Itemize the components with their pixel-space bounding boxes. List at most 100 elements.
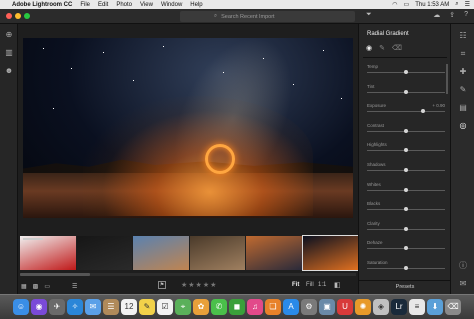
dock-mail-icon[interactable]: ✉ [85, 299, 101, 315]
wifi-icon[interactable]: ◠ [392, 1, 397, 8]
dock-burst-icon[interactable]: ✺ [355, 299, 371, 315]
add-photos-icon[interactable]: ⊕ [4, 30, 14, 40]
sort-icon[interactable]: ☰ [72, 283, 77, 290]
dock-launchpad-icon[interactable]: ✈ [49, 299, 65, 315]
dock-finder-icon[interactable]: ☺ [13, 299, 29, 315]
slider-thumb[interactable] [404, 89, 408, 94]
dock-notes-icon[interactable]: ✎ [139, 299, 155, 315]
slider-thumb[interactable] [404, 128, 408, 133]
dock-maps-icon[interactable]: ⌖ [175, 299, 191, 315]
zoom-fit-button[interactable]: Fit [292, 282, 299, 288]
slider-exposure[interactable]: Exposure + 0.90 [367, 103, 445, 119]
healing-brush-icon[interactable]: ✚ [457, 66, 469, 78]
menu-file[interactable]: File [80, 2, 90, 8]
dock-system-preferences-icon[interactable]: ⚙ [301, 299, 317, 315]
share-icon[interactable]: ⇪ [449, 11, 455, 19]
slider-thumb[interactable] [404, 226, 408, 231]
cloud-sync-icon[interactable]: ☁ [433, 11, 440, 19]
dock-calendar-icon[interactable]: 12 [121, 299, 137, 315]
slider-thumb[interactable] [404, 207, 408, 212]
thumbnail-red-car[interactable] [20, 236, 76, 270]
minimize-window-button[interactable] [15, 13, 21, 19]
help-icon[interactable]: ? [464, 11, 468, 19]
menu-edit[interactable]: Edit [98, 2, 108, 8]
notification-center-icon[interactable]: ☰ [465, 1, 470, 8]
slider-value[interactable]: + 0.90 [432, 103, 445, 108]
dock-messages-icon[interactable]: ✆ [211, 299, 227, 315]
comments-icon[interactable]: ✉ [457, 278, 469, 290]
star-rating[interactable]: ★★★★★ [181, 281, 217, 289]
edit-icon[interactable]: ☷ [457, 30, 469, 42]
flag-icon[interactable]: ⚑ [158, 281, 166, 289]
menu-view[interactable]: View [140, 2, 153, 8]
scrollbar-knob[interactable] [20, 273, 90, 276]
dock-app-store-icon[interactable]: A [283, 299, 299, 315]
search-input[interactable]: ⌕ Search Recent Import [180, 11, 355, 22]
slider-highlights[interactable]: Highlights [367, 142, 445, 158]
menu-help[interactable]: Help [190, 2, 202, 8]
dock-facetime-icon[interactable]: ◼ [229, 299, 245, 315]
dock-siri-icon[interactable]: ◉ [31, 299, 47, 315]
thumbnail-coast-sunset[interactable] [133, 236, 189, 270]
dock-preview-icon[interactable]: ▣ [319, 299, 335, 315]
dock-reminders-icon[interactable]: ☑ [157, 299, 173, 315]
menu-photo[interactable]: Photo [116, 2, 132, 8]
compare-icon[interactable]: ◧ [334, 281, 341, 289]
info-icon[interactable]: ⓘ [457, 260, 469, 272]
slider-thumb[interactable] [404, 148, 408, 153]
square-grid-icon[interactable]: ▩ [33, 283, 39, 290]
zoom-fill-button[interactable]: Fill [306, 282, 314, 288]
menu-window[interactable]: Window [161, 2, 182, 8]
slider-tint[interactable]: Tint [367, 84, 445, 100]
zoom-1to1-button[interactable]: 1:1 [318, 282, 326, 288]
dock-safari-icon[interactable]: ✧ [67, 299, 83, 315]
presets-button[interactable]: Presets [359, 280, 451, 294]
clock[interactable]: Thu 1:53 AM [415, 2, 449, 8]
dock-photos-icon[interactable]: ✿ [193, 299, 209, 315]
linear-gradient-icon[interactable]: ▤ [457, 102, 469, 114]
zoom-window-button[interactable] [24, 13, 30, 19]
slider-thumb[interactable] [404, 168, 408, 172]
app-menu[interactable]: Adobe Lightroom CC [12, 2, 72, 8]
battery-icon[interactable]: ▭ [404, 1, 410, 8]
slider-thumb[interactable] [404, 246, 408, 251]
thumbnail-coffee-cups[interactable] [189, 236, 245, 270]
slider-thumb[interactable] [404, 70, 408, 74]
dock-magnet-icon[interactable]: U [337, 299, 353, 315]
slider-whites[interactable]: Whites [367, 182, 445, 198]
dock-contacts-icon[interactable]: ☰ [103, 299, 119, 315]
dock-lightroom-icon[interactable]: Lr [391, 299, 407, 315]
dock-ibooks-icon[interactable]: ❑ [265, 299, 281, 315]
filmstrip-scrollbar[interactable] [20, 273, 356, 276]
slider-shadows[interactable]: Shadows [367, 162, 445, 178]
close-window-button[interactable] [6, 13, 12, 19]
single-view-icon[interactable]: ▭ [44, 283, 50, 290]
photo-preview[interactable] [23, 38, 353, 218]
spotlight-icon[interactable]: ⌕ [455, 1, 458, 8]
dock-downloads-folder-icon[interactable]: ⬇ [427, 299, 443, 315]
radial-mask-icon[interactable]: ◉ [366, 44, 372, 52]
slider-track[interactable] [367, 111, 445, 113]
slider-contrast[interactable]: Contrast [367, 123, 445, 139]
brush-icon[interactable]: ✎ [379, 44, 385, 52]
slider-saturation[interactable]: Saturation [367, 260, 445, 276]
slider-dehaze[interactable]: Dehaze [367, 240, 445, 256]
dock-trash-icon[interactable]: ⌫ [445, 299, 461, 315]
filter-icon[interactable]: ⏷ [366, 11, 372, 19]
library-icon[interactable]: ▥ [4, 48, 14, 58]
slider-clarity[interactable]: Clarity [367, 221, 445, 237]
slider-temp[interactable]: Temp [367, 64, 445, 80]
panel-scrollbar[interactable] [446, 64, 448, 94]
brush-tool-icon[interactable]: ✎ [457, 84, 469, 96]
radial-gradient-icon[interactable]: ◎ [457, 120, 469, 132]
dock-itunes-icon[interactable]: ♫ [247, 299, 263, 315]
slider-thumb[interactable] [421, 109, 426, 114]
people-icon[interactable]: ☻ [4, 66, 14, 76]
crop-icon[interactable]: ⌗ [457, 48, 469, 60]
dock-notes-2-icon[interactable]: ≡ [409, 299, 425, 315]
slider-thumb[interactable] [404, 187, 408, 192]
thumbnail-mountain-dusk[interactable] [246, 236, 302, 270]
thumbnail-dark-sketch[interactable] [76, 236, 132, 270]
eraser-icon[interactable]: ⌫ [392, 44, 402, 52]
slider-blacks[interactable]: Blacks [367, 201, 445, 217]
